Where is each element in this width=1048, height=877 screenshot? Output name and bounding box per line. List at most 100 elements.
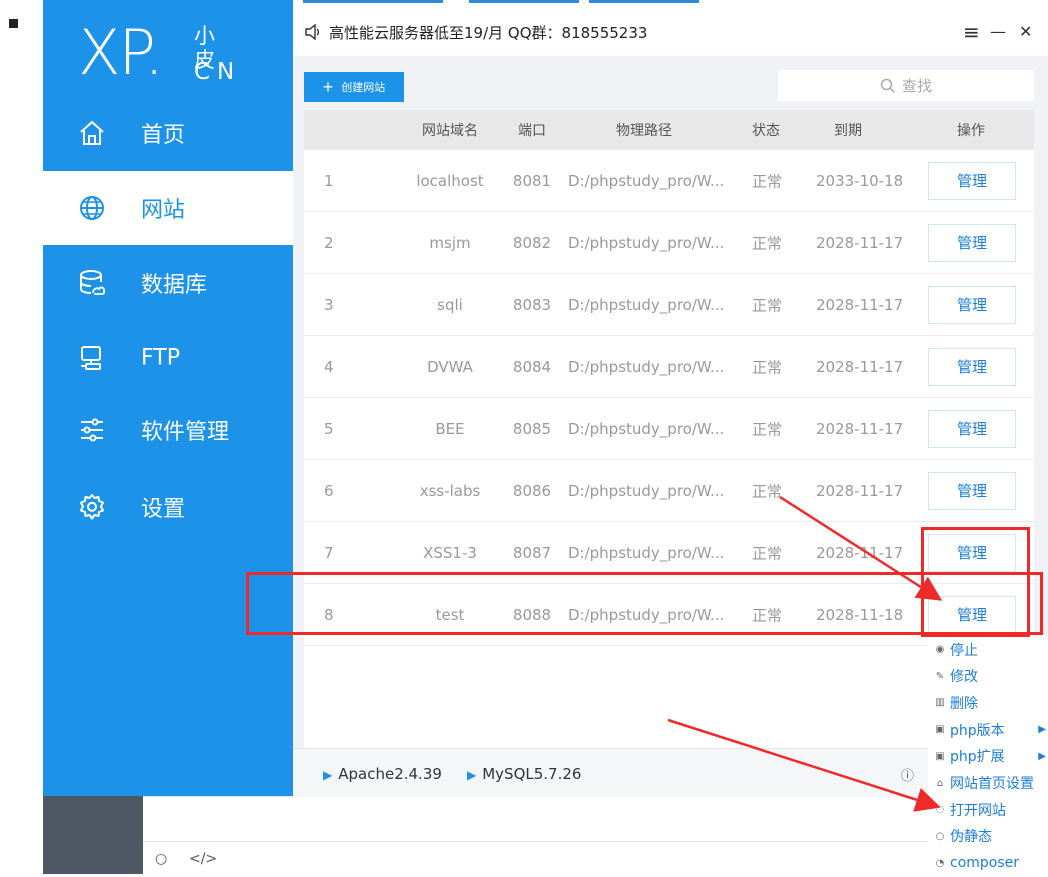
row-index: 7 (324, 543, 334, 562)
row-status: 正常 (752, 482, 783, 500)
rewrite-icon: ○ (935, 830, 945, 842)
row-path: D:/phpstudy_pro/W... (568, 233, 725, 252)
row-domain: BEE (435, 419, 465, 438)
row-status: 正常 (752, 234, 783, 252)
list-bullet (9, 19, 18, 28)
row-port: 8081 (512, 171, 552, 190)
menu-item-rewrite[interactable]: ○ 伪静态 (928, 823, 1048, 850)
sidebar-item-ftp[interactable]: FTP (43, 321, 293, 395)
row-expire: 2028-11-17 (816, 295, 904, 314)
open-site-icon: ◌ (935, 804, 945, 816)
edit-icon: ✎ (935, 670, 945, 682)
composer-icon: ◔ (935, 857, 945, 869)
speaker-icon (305, 24, 320, 40)
menu-item-label: 修改 (950, 669, 978, 686)
search-input[interactable]: 查找 (778, 70, 1034, 101)
ftp-server-icon (81, 346, 101, 370)
globe-icon (80, 196, 104, 220)
underlying-window-top (293, 0, 1048, 8)
menu-item-edit[interactable]: ✎ 修改 (928, 663, 1048, 690)
menu-item-label: 删除 (950, 695, 978, 712)
menu-item-stop[interactable]: ◉ 停止 (928, 636, 1048, 663)
menu-item-open-site[interactable]: ◌ 打开网站 (928, 796, 1048, 823)
menu-item-label: php扩展 (950, 749, 1005, 766)
row-index: 3 (324, 295, 334, 314)
row-index: 2 (324, 233, 334, 252)
manage-button[interactable]: 管理 (928, 161, 1016, 200)
home-settings-icon: ⌂ (936, 777, 944, 789)
row-path: D:/phpstudy_pro/W... (568, 605, 725, 624)
row-domain: sqli (437, 295, 463, 314)
mysql-service[interactable]: ▶ MySQL5.7.26 (467, 765, 581, 783)
table-row: 3 sqli 8083 D:/phpstudy_pro/W... 正常 2028-11-1… (304, 274, 1034, 336)
table-row: 7 XSS1-3 8087 D:/phpstudy_pro/W... 正常 2028-11… (304, 522, 1034, 584)
underlying-window-bottom: ○ </> (143, 796, 1048, 875)
row-expire: 2028-11-17 (816, 357, 904, 376)
manage-button[interactable]: 管理 (928, 223, 1016, 262)
menu-item-composer[interactable]: ◔ composer (928, 850, 1048, 877)
row-path: D:/phpstudy_pro/W... (568, 419, 725, 438)
row-path: D:/phpstudy_pro/W... (568, 171, 725, 190)
row-port: 8085 (512, 419, 552, 438)
circle-icon[interactable]: ○ (155, 851, 167, 867)
manage-button[interactable]: 管理 (928, 533, 1016, 572)
plus-icon: + (322, 77, 334, 97)
row-expire: 2028-11-17 (816, 481, 904, 500)
submenu-arrow-icon: ▶ (1038, 750, 1046, 762)
sidebar-item-label: 数据库 (141, 273, 208, 298)
minimize-button[interactable]: — (990, 20, 1006, 44)
create-website-button[interactable]: + 创建网站 (304, 72, 404, 102)
menu-item-label: 伪静态 (950, 829, 992, 846)
sidebar-item-software[interactable]: 软件管理 (43, 393, 293, 467)
sidebar-item-website[interactable]: 网站 (43, 171, 293, 245)
submenu-arrow-icon: ▶ (1038, 724, 1046, 736)
sidebar-item-database[interactable]: 数据库 (43, 246, 293, 320)
close-button[interactable]: ✕ (1019, 20, 1032, 44)
row-domain: xss-labs (419, 481, 481, 500)
manage-button[interactable]: 管理 (928, 347, 1016, 386)
row-domain: XSS1-3 (423, 543, 477, 562)
menu-item-label: 停止 (950, 642, 978, 659)
sidebar: XP. 小皮 CN 首页 网站 数据库 FTP 软件管理 设置 (43, 0, 293, 796)
row-index: 5 (324, 419, 334, 438)
menu-item-home-settings[interactable]: ⌂ 网站首页设置 (928, 770, 1048, 797)
table-header: 网站域名 端口 物理路径 状态 到期 操作 (304, 110, 1034, 150)
row-expire: 2028-11-18 (816, 605, 904, 624)
row-index: 6 (324, 481, 334, 500)
row-status: 正常 (752, 172, 783, 190)
sidebar-item-label: 首页 (141, 123, 186, 148)
row-path: D:/phpstudy_pro/W... (568, 295, 725, 314)
php-version-icon: ▣ (935, 724, 945, 736)
search-icon (880, 78, 896, 93)
row-path: D:/phpstudy_pro/W... (568, 481, 725, 500)
row-domain: test (435, 605, 465, 624)
apache-service[interactable]: ▶ Apache2.4.39 (323, 765, 442, 783)
sidebar-item-home[interactable]: 首页 (43, 96, 293, 170)
manage-button[interactable]: 管理 (928, 471, 1016, 510)
home-icon (80, 120, 104, 145)
manage-button[interactable]: 管理 (928, 409, 1016, 448)
sidebar-item-settings[interactable]: 设置 (43, 470, 293, 544)
menu-item-label: 打开网站 (950, 802, 1006, 819)
menu-item-php-extension[interactable]: ▣ php扩展 ▶ (928, 743, 1048, 770)
row-status: 正常 (752, 606, 783, 624)
row-domain: msjm (429, 233, 471, 252)
row-index: 4 (324, 357, 334, 376)
notice-text[interactable]: 高性能云服务器低至19/月 QQ群：818555233 (329, 22, 647, 43)
row-path: D:/phpstudy_pro/W... (568, 543, 725, 562)
row-domain: DVWA (427, 357, 473, 376)
menu-item-trash[interactable]: ▥ 删除 (928, 689, 1048, 716)
info-icon[interactable]: ⓘ (901, 765, 914, 784)
row-port: 8088 (512, 605, 552, 624)
table-row: 6 xss-labs 8086 D:/phpstudy_pro/W... 正常 2028-… (304, 460, 1034, 522)
row-expire: 2033-10-18 (816, 171, 904, 190)
menu-item-php-version[interactable]: ▣ php版本 ▶ (928, 716, 1048, 743)
sidebar-item-label: FTP (141, 345, 180, 371)
stop-icon: ◉ (935, 644, 945, 655)
sliders-icon (81, 418, 103, 442)
menu-icon[interactable]: ≡ (963, 20, 980, 44)
code-icon[interactable]: </> (189, 851, 217, 867)
manage-button[interactable]: 管理 (928, 285, 1016, 324)
manage-button[interactable]: 管理 (928, 595, 1016, 634)
sidebar-item-label: 软件管理 (141, 420, 230, 445)
